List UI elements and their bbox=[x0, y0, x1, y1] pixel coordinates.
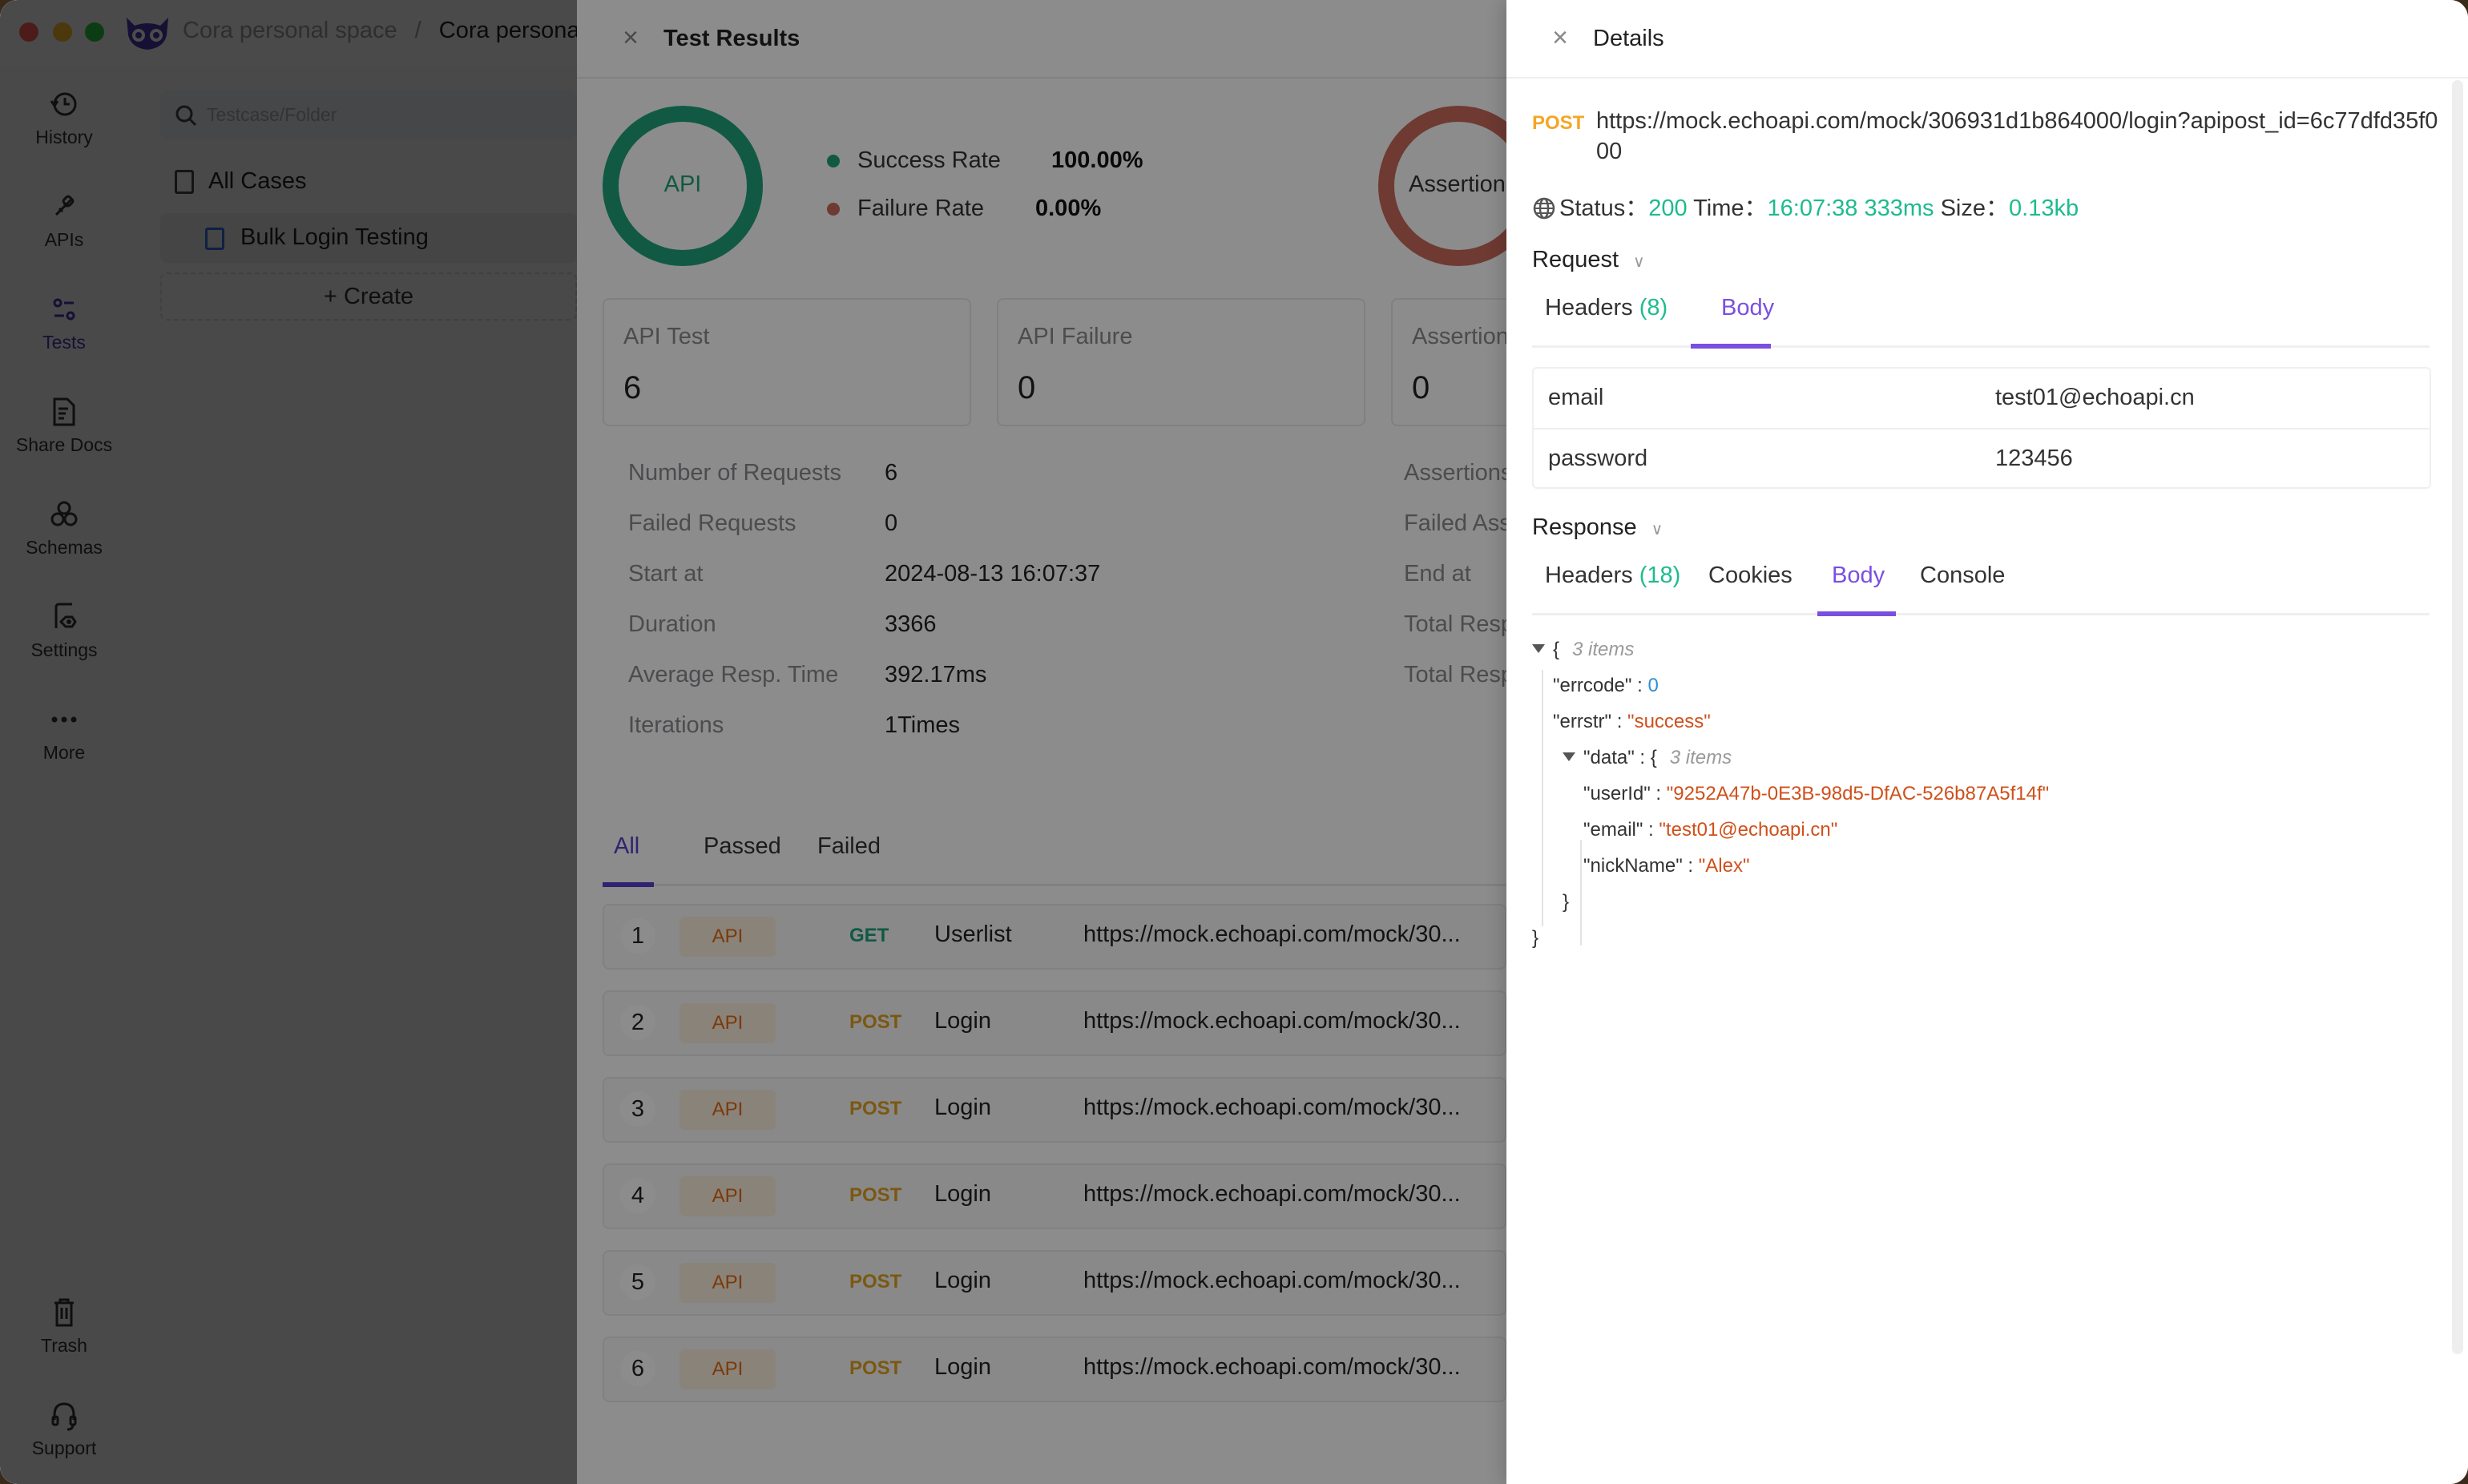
response-tabs: Headers (18) Cookies Body Console bbox=[1532, 563, 2430, 616]
json-line-email: "email" : "test01@echoapi.cn" bbox=[1583, 819, 1838, 841]
collapse-triangle-icon[interactable] bbox=[1563, 752, 1575, 761]
response-tab-console[interactable]: Console bbox=[1920, 563, 2005, 589]
table-row: password 123456 bbox=[1534, 428, 2430, 487]
details-title: Details bbox=[1593, 26, 1664, 51]
status-code: 200 bbox=[1648, 196, 1688, 221]
response-tab-cookies[interactable]: Cookies bbox=[1708, 563, 1793, 589]
param-value: 123456 bbox=[1995, 446, 2073, 471]
response-time: 16:07:38 bbox=[1767, 196, 1858, 221]
time-label: Time： bbox=[1693, 196, 1768, 221]
param-value: test01@echoapi.cn bbox=[1995, 385, 2195, 410]
response-label: Response bbox=[1532, 514, 1637, 540]
size-label: Size： bbox=[1940, 196, 2010, 221]
request-label: Request bbox=[1532, 247, 1619, 272]
request-tabs: Headers (8) Body bbox=[1532, 295, 2430, 349]
overlay-backdrop[interactable] bbox=[0, 0, 577, 1484]
chevron-down-icon: ∨ bbox=[1651, 521, 1663, 538]
overlay-backdrop-results[interactable] bbox=[577, 0, 1506, 1484]
collapse-triangle-icon[interactable] bbox=[1532, 644, 1545, 653]
json-line-errcode: "errcode" : 0 bbox=[1553, 675, 1659, 696]
json-line-userid: "userId" : "9252A47b-0E3B-98d5-DfAC-526b… bbox=[1583, 783, 2050, 805]
response-size: 0.13kb bbox=[2009, 196, 2079, 221]
details-drawer: × Details POST https://mock.echoapi.com/… bbox=[1506, 0, 2468, 1484]
response-tab-body[interactable]: Body bbox=[1832, 563, 1885, 589]
param-key: password bbox=[1548, 446, 1648, 471]
response-tab-headers[interactable]: Headers (18) bbox=[1545, 563, 1680, 589]
json-line-data[interactable]: "data" : {3 items bbox=[1532, 740, 2049, 776]
close-details-icon[interactable]: × bbox=[1547, 24, 1574, 51]
json-data-close: } bbox=[1563, 891, 1570, 913]
request-body-table: email test01@echoapi.cn password 123456 bbox=[1532, 367, 2431, 489]
json-line-nickname: "nickName" : "Alex" bbox=[1583, 855, 1750, 877]
json-line-errstr: "errstr" : "success" bbox=[1553, 711, 1711, 732]
active-tab-indicator bbox=[1817, 611, 1896, 616]
json-root-close: } bbox=[1532, 927, 1539, 949]
details-header: × Details bbox=[1506, 0, 2468, 79]
request-tab-headers[interactable]: Headers (8) bbox=[1545, 295, 1668, 321]
request-section-toggle[interactable]: Request ∨ bbox=[1532, 247, 1645, 273]
status-label: Status： bbox=[1559, 196, 1649, 221]
response-duration: 333ms bbox=[1864, 196, 1934, 221]
response-section-toggle[interactable]: Response ∨ bbox=[1532, 514, 1663, 541]
globe-icon bbox=[1533, 197, 1555, 220]
request-tab-body[interactable]: Body bbox=[1721, 295, 1774, 321]
app-window: Cora personal space / Cora persona Histo… bbox=[0, 0, 2468, 1484]
param-key: email bbox=[1548, 385, 1604, 410]
json-root-open[interactable]: {3 items bbox=[1532, 631, 2049, 667]
chevron-down-icon: ∨ bbox=[1633, 253, 1645, 271]
active-tab-indicator bbox=[1691, 344, 1771, 349]
details-scrollbar[interactable] bbox=[2452, 80, 2463, 1354]
table-row: email test01@echoapi.cn bbox=[1534, 369, 2430, 428]
request-url: https://mock.echoapi.com/mock/306931d1b8… bbox=[1596, 108, 2438, 164]
response-status-line: Status：200 Time：16:07:38 333ms Size：0.13… bbox=[1532, 189, 2079, 223]
response-json-viewer: {3 items "errcode" : 0 "errstr" : "succe… bbox=[1532, 631, 2049, 956]
request-method: POST bbox=[1532, 112, 1585, 134]
